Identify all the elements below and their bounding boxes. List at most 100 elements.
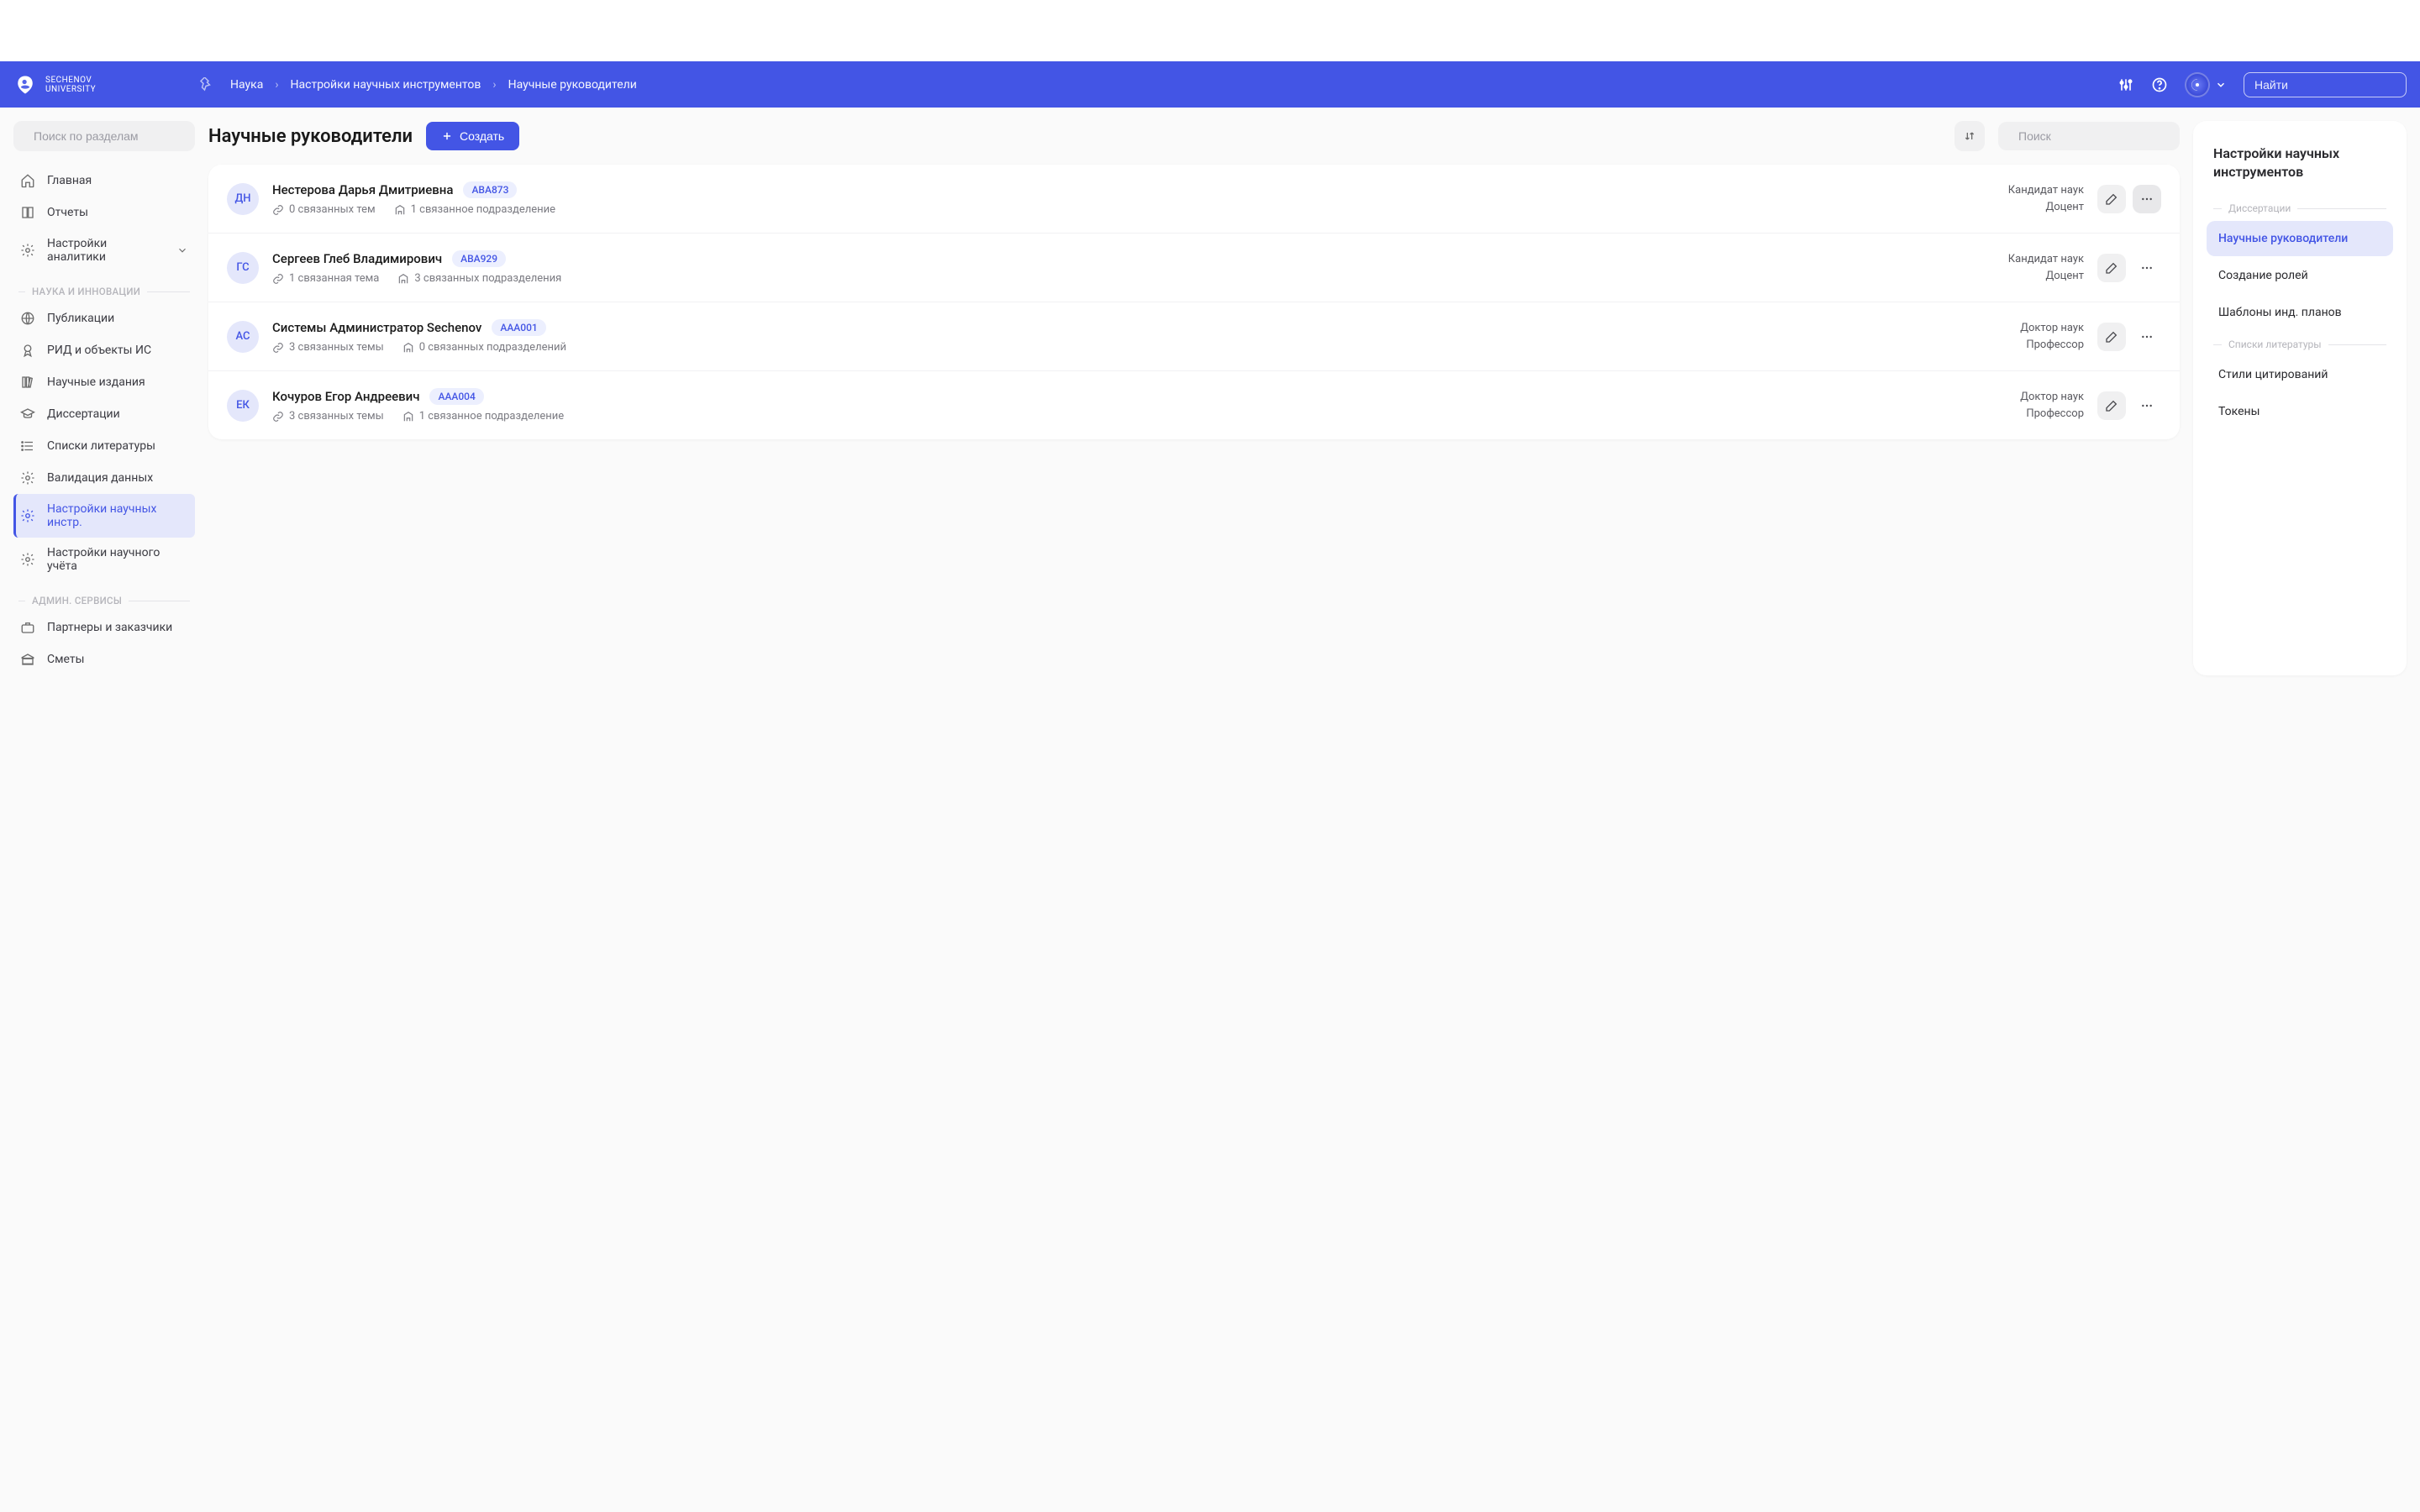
sidebar-search-input[interactable]: [34, 129, 186, 143]
sidebar-item[interactable]: РИД и объекты ИС: [13, 334, 195, 366]
global-search[interactable]: [2244, 72, 2407, 97]
gear-icon: [20, 552, 35, 567]
more-button[interactable]: [2133, 323, 2161, 351]
right-panel-item[interactable]: Шаблоны инд. планов: [2207, 295, 2393, 330]
brand-logo[interactable]: SECHENOV UNIVERSITY: [13, 73, 182, 97]
sidebar-item[interactable]: Главная: [13, 165, 195, 197]
person-position: Доцент: [2008, 199, 2084, 216]
gear-icon: [20, 470, 35, 486]
more-button[interactable]: [2133, 254, 2161, 282]
brand-line1: SECHENOV: [45, 76, 96, 85]
person-name[interactable]: Системы Администратор Sechenov: [272, 320, 481, 335]
pencil-icon: [2105, 261, 2118, 275]
link-icon: [272, 273, 284, 285]
breadcrumb-1[interactable]: Настройки научных инструментов: [291, 78, 481, 92]
person-name[interactable]: Кочуров Егор Андреевич: [272, 389, 419, 404]
globe-icon: [20, 311, 35, 326]
help-icon[interactable]: [2151, 76, 2168, 93]
home-icon: [20, 173, 35, 188]
settings-icon[interactable]: [2118, 76, 2134, 93]
sidebar-item[interactable]: Отчеты: [13, 197, 195, 228]
sort-icon: [1963, 129, 1976, 143]
right-panel-title: Настройки научных инструментов: [2207, 144, 2393, 196]
building-icon: [394, 204, 406, 216]
person-name[interactable]: Сергеев Глеб Владимирович: [272, 251, 442, 266]
topics-meta: 1 связанная тема: [272, 272, 379, 285]
breadcrumb-0[interactable]: Наука: [230, 78, 263, 92]
pencil-icon: [2105, 330, 2118, 344]
nav-group-science: НАУКА И ИННОВАЦИИ: [13, 272, 195, 302]
edit-button[interactable]: [2097, 254, 2126, 282]
brand-mark-icon: [13, 73, 37, 97]
sidebar-item[interactable]: Настройки научных инстр.: [13, 494, 195, 538]
person-titles: Кандидат наук Доцент: [2008, 182, 2084, 215]
right-panel-item[interactable]: Научные руководители: [2207, 221, 2393, 256]
more-button[interactable]: [2133, 391, 2161, 420]
person-name[interactable]: Нестерова Дарья Дмитриевна: [272, 182, 453, 197]
user-menu[interactable]: [2185, 72, 2227, 97]
books-icon: [20, 375, 35, 390]
pin-icon[interactable]: [198, 77, 213, 92]
create-button[interactable]: Создать: [426, 122, 519, 150]
sidebar-item[interactable]: Партнеры и заказчики: [13, 612, 195, 643]
person-position: Профессор: [2020, 337, 2084, 354]
dots-icon: [2140, 261, 2154, 275]
avatar: ГС: [227, 252, 259, 284]
people-list: ДН Нестерова Дарья Дмитриевна АВА873 0 с…: [208, 165, 2180, 439]
person-code-badge: АВА873: [463, 181, 517, 198]
sidebar-item[interactable]: Публикации: [13, 302, 195, 334]
award-icon: [20, 343, 35, 358]
topics-meta: 3 связанных темы: [272, 341, 384, 354]
chevron-down-icon: [2215, 79, 2227, 91]
right-panel: Настройки научных инструментов Диссертац…: [2193, 121, 2407, 675]
plus-icon: [441, 130, 453, 142]
edit-button[interactable]: [2097, 323, 2126, 351]
gear-icon: [20, 508, 35, 523]
right-panel-item[interactable]: Токены: [2207, 394, 2393, 429]
person-code-badge: АВА929: [452, 250, 506, 267]
sidebar-item[interactable]: Диссертации: [13, 398, 195, 430]
building-icon: [402, 342, 414, 354]
list-search-input[interactable]: [2018, 129, 2170, 143]
sidebar-item-label: Научные издания: [47, 375, 145, 389]
more-button[interactable]: [2133, 185, 2161, 213]
sort-button[interactable]: [1954, 121, 1985, 151]
sidebar-item[interactable]: Научные издания: [13, 366, 195, 398]
building-icon: [397, 273, 409, 285]
chevron-down-icon: [176, 244, 188, 256]
list-icon: [20, 438, 35, 454]
sidebar-item-label: Сметы: [47, 653, 84, 666]
sidebar-search[interactable]: [13, 121, 195, 151]
sidebar-item[interactable]: Валидация данных: [13, 462, 195, 494]
sidebar-item-label: Списки литературы: [47, 439, 155, 453]
edit-button[interactable]: [2097, 391, 2126, 420]
breadcrumb-2[interactable]: Научные руководители: [508, 78, 637, 92]
link-icon: [272, 342, 284, 354]
sidebar-item[interactable]: Сметы: [13, 643, 195, 675]
briefcase-icon: [20, 620, 35, 635]
departments-meta: 1 связанное подразделение: [394, 203, 555, 216]
person-position: Доцент: [2008, 268, 2084, 285]
sidebar-item-label: РИД и объекты ИС: [47, 344, 151, 357]
right-panel-item[interactable]: Создание ролей: [2207, 258, 2393, 293]
book-icon: [20, 205, 35, 220]
sidebar-item-label: Главная: [47, 174, 92, 187]
topics-meta: 3 связанных темы: [272, 410, 384, 423]
sidebar-item[interactable]: Списки литературы: [13, 430, 195, 462]
global-search-input[interactable]: [2254, 78, 2407, 92]
departments-meta: 3 связанных подразделения: [397, 272, 561, 285]
person-row: ЕК Кочуров Егор Андреевич ААА004 3 связа…: [208, 371, 2180, 439]
avatar: ДН: [227, 183, 259, 215]
rgroup-bibliography: Списки литературы: [2207, 332, 2393, 355]
list-search[interactable]: [1998, 122, 2180, 150]
link-icon: [272, 411, 284, 423]
sidebar-item-label: Диссертации: [47, 407, 120, 421]
app-header: SECHENOV UNIVERSITY Наука › Настройки на…: [0, 61, 2420, 108]
sidebar-item[interactable]: Настройки научного учёта: [13, 538, 195, 581]
right-panel-item[interactable]: Стили цитирований: [2207, 357, 2393, 392]
departments-meta: 1 связанное подразделение: [402, 410, 564, 423]
sidebar-item-label: Отчеты: [47, 206, 88, 219]
sidebar-item-label: Настройки научных инстр.: [47, 502, 188, 529]
edit-button[interactable]: [2097, 185, 2126, 213]
sidebar-item[interactable]: Настройки аналитики: [13, 228, 195, 272]
